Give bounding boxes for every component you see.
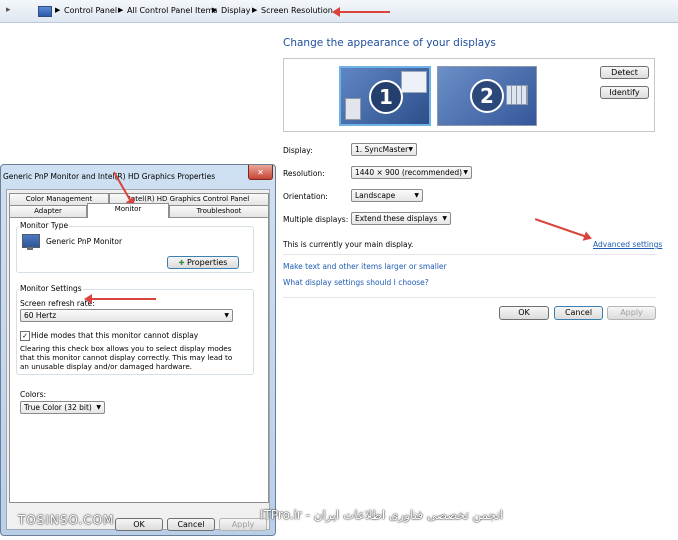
hide-modes-label[interactable]: Hide modes that this monitor cannot disp…	[31, 331, 198, 340]
refresh-rate-select[interactable]: 60 Hertz ▼	[20, 309, 233, 322]
chevron-down-icon: ▼	[408, 146, 413, 153]
colors-select[interactable]: True Color (32 bit) ▼	[20, 401, 105, 414]
identify-button[interactable]: Identify	[600, 86, 649, 99]
refresh-rate-value: 60 Hertz	[24, 311, 57, 320]
multiple-displays-select[interactable]: Extend these displays ▼	[351, 212, 451, 225]
colors-select-value: True Color (32 bit)	[24, 403, 92, 412]
monitor-1-tile[interactable]: 1	[339, 66, 431, 126]
chevron-right-icon: ▶	[212, 6, 218, 14]
chevron-down-icon: ▼	[414, 192, 419, 199]
divider	[283, 297, 656, 298]
properties-button-label: Properties	[186, 258, 228, 267]
monitor-type-title: Monitor Type	[19, 221, 70, 230]
watermark-right: انجمن تخصصی فناوری اطلاعات ایران - ITPro…	[260, 508, 503, 522]
chevron-down-icon: ▼	[442, 215, 447, 222]
monitor-desktop-icon	[345, 98, 361, 120]
multiple-displays-label: Multiple displays:	[283, 215, 349, 224]
chevron-right-icon: ▶	[252, 6, 258, 14]
display-settings-help-link[interactable]: What display settings should I choose?	[283, 278, 429, 287]
page-title: Change the appearance of your displays	[283, 37, 496, 49]
monitor-number-badge: 2	[470, 79, 504, 113]
monitor-icon	[22, 234, 40, 248]
multiple-displays-select-value: Extend these displays	[355, 214, 438, 223]
chevron-right-icon: ▶	[55, 6, 61, 14]
resolution-label: Resolution:	[283, 169, 325, 178]
chevron-down-icon: ▼	[463, 169, 468, 176]
close-icon[interactable]: ✕	[248, 165, 273, 180]
colors-label: Colors:	[20, 390, 47, 399]
monitor-settings-title: Monitor Settings	[19, 284, 83, 293]
orientation-select-value: Landscape	[355, 191, 396, 200]
display-select[interactable]: 1. SyncMaster ▼	[351, 143, 417, 156]
monitor-number-badge: 1	[369, 80, 403, 114]
detect-button[interactable]: Detect	[600, 66, 649, 79]
chevron-right-icon: ▶	[118, 6, 124, 14]
main-display-text: This is currently your main display.	[283, 240, 414, 249]
watermark-left: TOSINSO.COM	[18, 513, 115, 527]
annotation-arrow	[84, 294, 156, 304]
hide-modes-checkbox[interactable]: ✓	[20, 331, 30, 341]
advanced-settings-link[interactable]: Advanced settings	[593, 240, 662, 249]
chevron-down-icon: ▼	[224, 312, 229, 319]
chevron-down-icon: ▼	[96, 404, 101, 411]
monitor-2-tile[interactable]: 2	[437, 66, 537, 126]
tab-troubleshoot[interactable]: Troubleshoot	[169, 205, 269, 217]
dialog-cancel-button[interactable]: Cancel	[167, 518, 215, 531]
cancel-button[interactable]: Cancel	[554, 306, 603, 320]
monitor-preview-area: 1 2 Detect Identify	[283, 58, 655, 132]
back-icon[interactable]: ▸	[6, 5, 11, 15]
monitor-window-icon	[401, 71, 427, 93]
breadcrumb-item-control-panel[interactable]: Control Panel	[64, 6, 117, 15]
monitor-name: Generic PnP Monitor	[46, 237, 123, 246]
tab-adapter[interactable]: Adapter	[9, 205, 87, 217]
dialog-ok-button[interactable]: OK	[115, 518, 163, 531]
control-panel-icon	[38, 6, 52, 17]
monitor-grid-icon	[506, 85, 528, 105]
breadcrumb-item-screen-resolution[interactable]: Screen Resolution	[261, 6, 333, 15]
annotation-arrow	[332, 7, 390, 17]
tab-monitor[interactable]: Monitor	[87, 203, 169, 218]
monitor-stand-icon	[27, 247, 33, 250]
dialog-title: Generic PnP Monitor and Intel(R) HD Grap…	[3, 172, 216, 181]
properties-dialog: Generic PnP Monitor and Intel(R) HD Grap…	[0, 164, 276, 536]
breadcrumb-item-display[interactable]: Display	[221, 6, 251, 15]
resolution-select-value: 1440 × 900 (recommended)	[355, 168, 463, 177]
text-size-link[interactable]: Make text and other items larger or smal…	[283, 262, 447, 271]
properties-button[interactable]: ✚ Properties	[167, 256, 239, 269]
ok-button[interactable]: OK	[499, 306, 549, 320]
orientation-label: Orientation:	[283, 192, 328, 201]
divider	[283, 254, 656, 255]
apply-button[interactable]: Apply	[607, 306, 656, 320]
resolution-select[interactable]: 1440 × 900 (recommended) ▼	[351, 166, 472, 179]
display-select-value: 1. SyncMaster	[355, 145, 409, 154]
breadcrumb-item-all-items[interactable]: All Control Panel Items	[127, 6, 217, 15]
display-label: Display:	[283, 146, 313, 155]
shield-icon: ✚	[178, 259, 185, 267]
annotation-arrow	[534, 218, 591, 239]
orientation-select[interactable]: Landscape ▼	[351, 189, 423, 202]
hide-modes-description: Clearing this check box allows you to se…	[20, 344, 233, 371]
